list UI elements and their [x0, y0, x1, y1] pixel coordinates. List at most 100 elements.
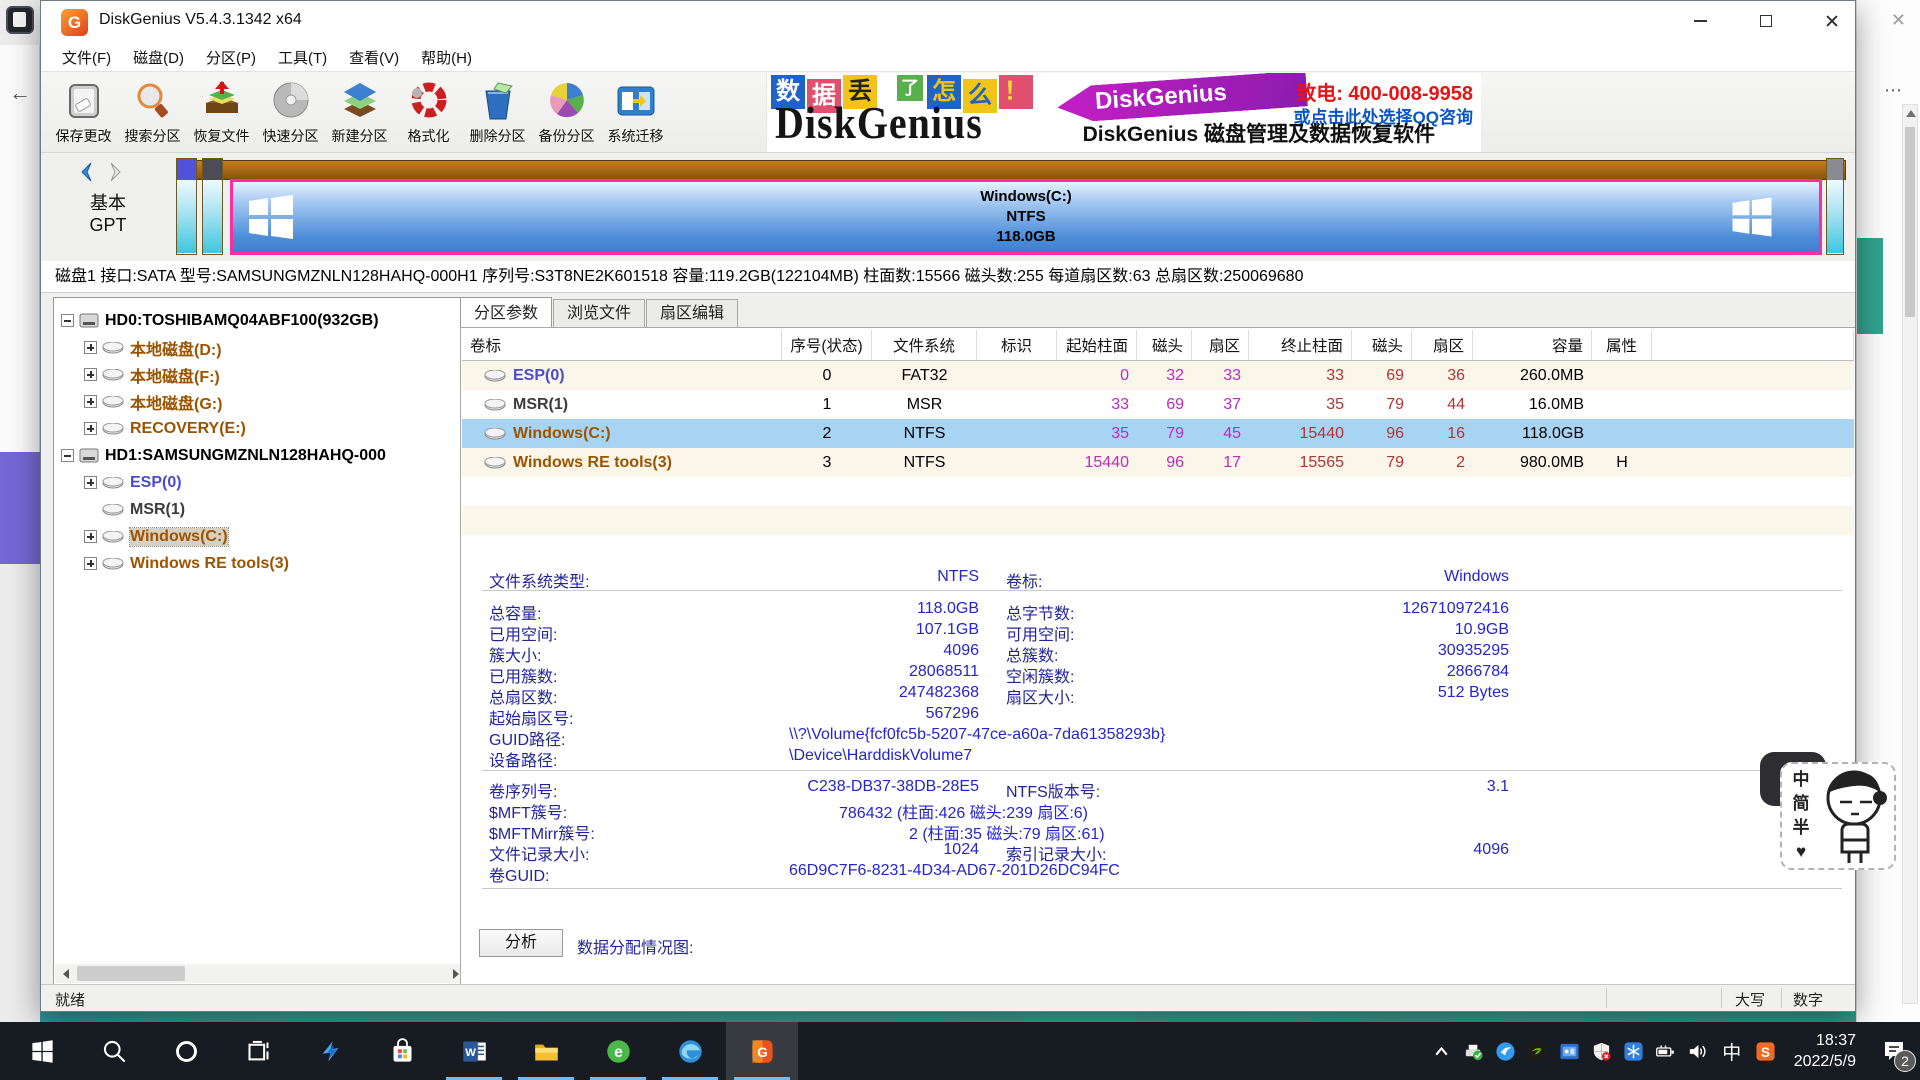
expand-icon[interactable] — [84, 341, 97, 354]
minimize-button[interactable] — [1677, 5, 1723, 37]
taskbar-app-diskgenius[interactable]: G — [726, 1022, 798, 1080]
taskbar-search-button[interactable] — [78, 1022, 150, 1080]
background-scrollbar[interactable] — [1902, 104, 1918, 1004]
tree-item-windows-c[interactable]: Windows(C:) — [54, 523, 468, 550]
table-row-esp[interactable]: ESP(0) 0 FAT32 0 32 33 33 69 36 260.0MB — [462, 361, 1854, 390]
tray-nvidia-icon[interactable] — [1522, 1022, 1554, 1080]
ime-mascot — [1820, 764, 1892, 866]
disk-icon — [79, 448, 99, 463]
ad-banner[interactable]: 数 据 丢 了 怎 么 ！ DiskGenius DiskGenius 致电: … — [766, 73, 1481, 152]
partition-block-re-tools[interactable] — [1826, 158, 1844, 255]
toolbar-label: 备份分区 — [539, 126, 595, 146]
ms-store-icon — [389, 1038, 416, 1065]
tray-chevron-up-icon[interactable] — [1426, 1022, 1458, 1080]
notification-center-button[interactable]: 2 — [1868, 1022, 1920, 1080]
system-migration-button[interactable]: 系统迁移 — [601, 74, 670, 150]
tray-security-shield-icon[interactable] — [1586, 1022, 1618, 1080]
tree-item-hd0[interactable]: HD0:TOSHIBAMQ04ABF100(932GB) — [54, 307, 468, 334]
file-explorer-icon — [533, 1038, 560, 1065]
table-row-windows-c-selected[interactable]: Windows(C:) 2 NTFS 35 79 45 15440 96 16 … — [462, 419, 1854, 448]
ime-mode-halfwidth[interactable]: 半 — [1793, 816, 1810, 840]
partition-block-msr[interactable] — [202, 158, 223, 255]
menu-view[interactable]: 查看(V) — [338, 47, 410, 68]
taskbar-app-flash[interactable] — [294, 1022, 366, 1080]
delete-partition-button[interactable]: 删除分区 — [463, 74, 532, 150]
tray-intel-graphics-icon[interactable] — [1554, 1022, 1586, 1080]
taskbar-app-word[interactable]: W — [438, 1022, 510, 1080]
allocation-map-label: 数据分配情况图: — [577, 934, 693, 958]
expand-icon[interactable] — [84, 530, 97, 543]
menu-help[interactable]: 帮助(H) — [410, 47, 483, 68]
taskbar-app-explorer[interactable] — [510, 1022, 582, 1080]
collapse-icon[interactable] — [61, 314, 74, 327]
tray-snowflake-icon[interactable] — [1618, 1022, 1650, 1080]
trash-icon — [476, 79, 520, 123]
desktop: ← ✕ ⋯ DiskGenius V5.4.3.1342 x64 文件(F) 磁… — [0, 0, 1920, 1080]
view-tabs: 分区参数 浏览文件 扇区编辑 — [460, 297, 739, 328]
tree-item-disk-g[interactable]: 本地磁盘(G:) — [54, 388, 468, 415]
expand-icon[interactable] — [84, 395, 97, 408]
partition-icon — [102, 423, 124, 435]
analyze-button[interactable]: 分析 — [479, 929, 563, 957]
search-icon — [131, 79, 175, 123]
tree-horizontal-scrollbar[interactable] — [55, 964, 467, 983]
tab-sector-edit[interactable]: 扇区编辑 — [646, 299, 738, 328]
quick-partition-button[interactable]: 快速分区 — [256, 74, 325, 150]
backup-partition-button[interactable]: 备份分区 — [532, 74, 601, 150]
next-disk-arrow-icon[interactable] — [105, 161, 125, 183]
ime-mode-simplified[interactable]: 简 — [1793, 792, 1810, 816]
partition-block-esp[interactable] — [176, 158, 197, 255]
menu-disk[interactable]: 磁盘(D) — [122, 47, 195, 68]
new-partition-button[interactable]: 新建分区 — [325, 74, 394, 150]
svg-text:S: S — [1761, 1044, 1770, 1059]
expand-icon[interactable] — [84, 476, 97, 489]
disk-icon — [79, 313, 99, 328]
expand-icon[interactable] — [84, 368, 97, 381]
format-button[interactable]: 格式化 — [394, 74, 463, 150]
start-button[interactable] — [6, 1022, 78, 1080]
taskbar-app-edge[interactable] — [654, 1022, 726, 1080]
table-header: 卷标 序号(状态) 文件系统 标识 起始柱面 磁头 扇区 终止柱面 磁头 扇区 … — [462, 330, 1854, 361]
partition-block-windows-c[interactable]: Windows(C:) NTFS 118.0GB — [230, 179, 1822, 255]
ime-mode-chinese[interactable]: 中 — [1793, 768, 1810, 792]
taskbar-app-browser360[interactable]: e — [582, 1022, 654, 1080]
taskbar-clock[interactable]: 18:37 2022/5/9 — [1782, 1030, 1868, 1072]
tab-partition-params[interactable]: 分区参数 — [460, 297, 552, 328]
tray-ime-indicator[interactable]: 中 — [1714, 1038, 1750, 1065]
expand-icon[interactable] — [84, 422, 97, 435]
tray-sogou-icon[interactable]: S — [1750, 1022, 1782, 1080]
menu-tools[interactable]: 工具(T) — [267, 47, 338, 68]
prev-disk-arrow-icon[interactable] — [77, 161, 97, 183]
table-row-windows-re[interactable]: Windows RE tools(3) 3 NTFS 15440 96 17 1… — [462, 448, 1854, 477]
tree-item-recovery-e[interactable]: RECOVERY(E:) — [54, 415, 468, 442]
tray-feishu-icon[interactable] — [1490, 1022, 1522, 1080]
menu-file[interactable]: 文件(F) — [51, 47, 122, 68]
maximize-button[interactable] — [1743, 5, 1789, 37]
tree-item-esp[interactable]: ESP(0) — [54, 469, 468, 496]
save-changes-button[interactable]: 保存更改 — [49, 74, 118, 150]
ime-status-widget[interactable]: 中 简 半 ♥ — [1780, 762, 1896, 870]
task-view-button[interactable] — [222, 1022, 294, 1080]
tree-item-msr[interactable]: MSR(1) — [54, 496, 468, 523]
ime-heart-icon[interactable]: ♥ — [1796, 840, 1806, 864]
menu-partition[interactable]: 分区(P) — [195, 47, 267, 68]
background-app-icon — [6, 6, 34, 34]
tree-item-disk-f[interactable]: 本地磁盘(F:) — [54, 361, 468, 388]
tab-browse-files[interactable]: 浏览文件 — [553, 299, 645, 328]
table-row-msr[interactable]: MSR(1) 1 MSR 33 69 37 35 79 44 16.0MB — [462, 390, 1854, 419]
expand-icon[interactable] — [84, 557, 97, 570]
collapse-icon[interactable] — [61, 449, 74, 462]
tray-battery-icon[interactable] — [1650, 1022, 1682, 1080]
search-partition-button[interactable]: 搜索分区 — [118, 74, 187, 150]
tray-printer-icon[interactable] — [1458, 1022, 1490, 1080]
tree-item-disk-d[interactable]: 本地磁盘(D:) — [54, 334, 468, 361]
tree-item-windows-re[interactable]: Windows RE tools(3) — [54, 550, 468, 577]
recover-files-button[interactable]: 恢复文件 — [187, 74, 256, 150]
tray-volume-icon[interactable] — [1682, 1022, 1714, 1080]
cortana-button[interactable] — [150, 1022, 222, 1080]
scroll-left-icon[interactable] — [55, 964, 77, 983]
taskbar-app-store[interactable] — [366, 1022, 438, 1080]
close-button[interactable] — [1809, 5, 1855, 37]
scrollbar-thumb[interactable] — [77, 966, 185, 981]
tree-item-hd1[interactable]: HD1:SAMSUNGMZNLN128HAHQ-000 — [54, 442, 468, 469]
